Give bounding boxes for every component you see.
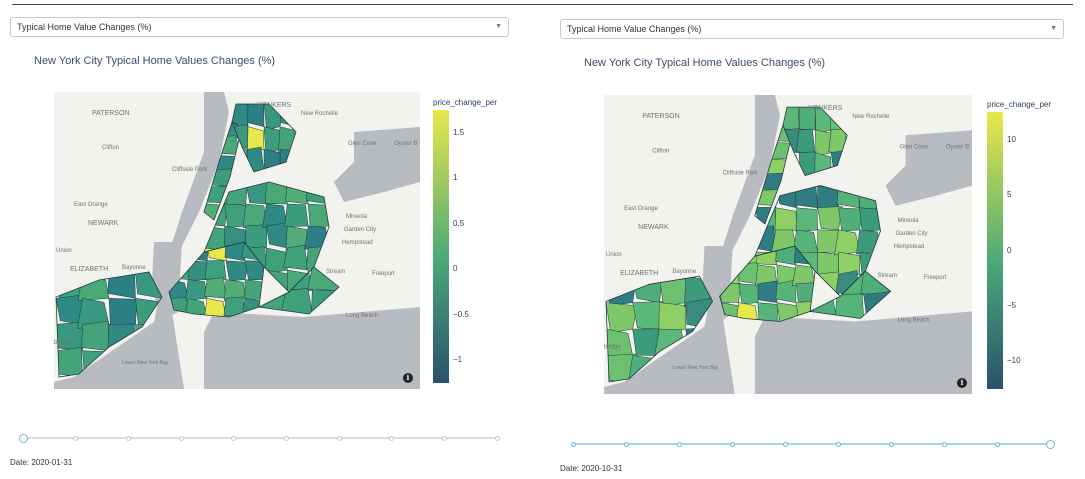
zip-region[interactable] — [817, 206, 843, 231]
colorbar-tick-label: 5 — [1007, 190, 1012, 200]
map-canvas[interactable]: YONKERS New Rochelle PATERSON Glen Cove Oyst… — [604, 95, 972, 394]
place-label: YONKERS — [808, 105, 843, 112]
slider-step[interactable] — [888, 441, 894, 447]
colorbar — [987, 112, 1003, 389]
chevron-down-icon[interactable]: ▼ — [1050, 25, 1057, 32]
slider-step[interactable] — [994, 441, 1000, 447]
place-label: ELIZABETH — [620, 270, 658, 277]
slider-step[interactable] — [941, 441, 947, 447]
place-label: Glen Cove — [900, 144, 929, 150]
chart-title: New York City Typical Home Values Change… — [584, 57, 826, 69]
zip-region[interactable] — [795, 128, 816, 153]
zip-region[interactable] — [658, 302, 687, 333]
place-label: PATERSON — [642, 113, 679, 120]
place-label: Lower New York Bay — [672, 365, 719, 371]
place-label: NEWARK — [638, 224, 669, 231]
slider-step[interactable] — [835, 441, 841, 447]
place-label: Hempstead — [894, 244, 925, 250]
water-body — [754, 311, 972, 394]
zip-region[interactable] — [835, 293, 864, 319]
colorbar-title: price_change_per — [987, 100, 1052, 109]
slider-step[interactable] — [782, 441, 788, 447]
place-label: Long Beach — [898, 318, 930, 324]
right-panel: Typical Home Value Changes (%) ▼ New Yor… — [0, 0, 1085, 479]
date-slider-handle[interactable] — [1045, 439, 1055, 449]
zip-region[interactable] — [606, 302, 638, 333]
place-label: Garden City — [896, 231, 928, 237]
place-label: Union — [606, 252, 622, 258]
place-label: Cliffside Park — [723, 171, 759, 177]
info-icon[interactable]: i — [957, 378, 967, 388]
colorbar-tick-label: −5 — [1007, 300, 1017, 310]
colorbar-tick-label: 0 — [1007, 245, 1012, 255]
zip-region[interactable] — [834, 229, 860, 256]
zip-region[interactable] — [757, 280, 778, 303]
metric-dropdown-right[interactable]: Typical Home Value Changes (%) ▼ — [560, 19, 1064, 39]
slider-step[interactable] — [729, 441, 735, 447]
place-label: Oyster B — [946, 144, 969, 150]
colorbar-tick-label: 10 — [1007, 134, 1016, 144]
date-slider-track[interactable] — [573, 443, 1050, 445]
zip-region[interactable] — [774, 207, 797, 234]
place-label: New Rochelle — [852, 114, 890, 120]
slider-step[interactable] — [676, 441, 682, 447]
slider-step[interactable] — [623, 441, 629, 447]
place-label: Mineola — [898, 218, 920, 224]
zip-region[interactable] — [838, 207, 863, 232]
place-label: Clifton — [652, 148, 669, 154]
zip-region[interactable] — [795, 207, 818, 233]
choropleth-map[interactable]: YONKERS New Rochelle PATERSON Glen Cove Oyst… — [604, 95, 972, 394]
dropdown-value: Typical Home Value Changes (%) — [567, 24, 702, 34]
place-label: Freeport — [924, 275, 947, 281]
colorbar-tick-label: −10 — [1007, 356, 1021, 366]
place-label: East Orange — [624, 206, 658, 212]
date-label: Date: 2020-10-31 — [560, 464, 623, 473]
slider-step[interactable] — [570, 441, 576, 447]
place-label: Bayonne — [672, 269, 696, 275]
place-label: Stream — [877, 273, 896, 279]
place-label: bridge — [604, 345, 621, 351]
